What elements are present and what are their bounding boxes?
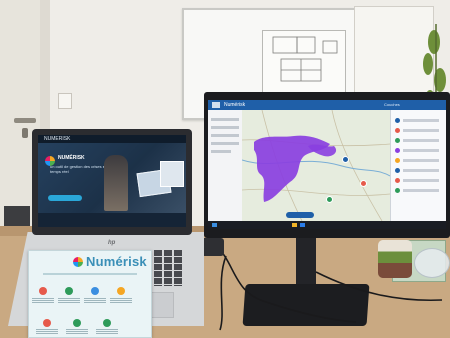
sidebar-item[interactable] xyxy=(211,126,239,129)
layer-item[interactable] xyxy=(395,188,443,193)
monitor-screen: Numérisk Couches xyxy=(208,100,446,221)
website-footer-band xyxy=(38,213,186,227)
app-header: Numérisk Couches xyxy=(208,100,446,110)
light-switch xyxy=(58,93,72,109)
layer-label xyxy=(403,179,439,182)
layer-label xyxy=(403,139,439,142)
sidebar-item[interactable] xyxy=(211,150,231,153)
feature-caption xyxy=(32,298,54,304)
map-marker[interactable] xyxy=(326,196,333,203)
layer-label xyxy=(403,129,439,132)
sidebar-item[interactable] xyxy=(211,134,239,137)
layer-item[interactable] xyxy=(395,158,443,163)
feature-caption xyxy=(110,298,132,304)
hero-tagline: un outil de gestion des crises en temps … xyxy=(50,164,108,174)
map-marker[interactable] xyxy=(360,180,367,187)
laptop-screen: NUMERISK NUMÉRISK un outil de gestion de… xyxy=(38,135,186,227)
layer-item[interactable] xyxy=(395,178,443,183)
sidebar-item[interactable] xyxy=(211,142,239,145)
map-marker[interactable] xyxy=(342,156,349,163)
hero-photo-person xyxy=(104,155,128,211)
feature-caption xyxy=(36,329,58,335)
layer-label xyxy=(403,159,439,162)
sidebar-item[interactable] xyxy=(211,118,239,121)
layer-icon xyxy=(395,148,400,153)
layer-icon xyxy=(395,138,400,143)
layer-label xyxy=(403,149,439,152)
map-scale-badge xyxy=(286,212,314,218)
layer-icon xyxy=(395,118,400,123)
layers-panel xyxy=(390,110,446,221)
app-title: Numérisk xyxy=(224,102,246,108)
layer-label xyxy=(403,189,439,192)
feature-caption xyxy=(84,298,106,304)
feature-caption xyxy=(58,298,80,304)
plastic-lid xyxy=(414,248,450,278)
flyer-divider xyxy=(43,273,137,275)
feature-icon xyxy=(39,287,47,295)
feature-icon xyxy=(103,319,111,327)
website-brand[interactable]: NUMERISK xyxy=(44,136,70,142)
layer-label xyxy=(403,119,439,122)
hero-map-image xyxy=(160,161,184,187)
door-handle xyxy=(14,118,36,123)
layer-icon xyxy=(395,128,400,133)
layer-item[interactable] xyxy=(395,128,443,133)
layer-item[interactable] xyxy=(395,118,443,123)
feature-icon xyxy=(65,287,73,295)
folder-icon[interactable] xyxy=(292,223,297,227)
feature-caption xyxy=(66,329,88,335)
flyer-title: Numérisk xyxy=(86,254,147,269)
feature-caption xyxy=(96,329,118,335)
hero-heading: NUMÉRISK xyxy=(58,155,85,161)
layer-label xyxy=(403,169,439,172)
layer-icon xyxy=(395,168,400,173)
floor-plan-drawing xyxy=(272,36,338,82)
layer-item[interactable] xyxy=(395,148,443,153)
door-lock xyxy=(22,128,28,138)
hero-cta-button[interactable] xyxy=(48,195,82,201)
floor-plan-poster xyxy=(262,30,346,94)
numerisk-logo-icon xyxy=(73,257,83,267)
laptop-brand-logo: hp xyxy=(108,240,116,246)
map-view[interactable] xyxy=(242,110,390,221)
jar xyxy=(378,240,412,278)
flood-zone xyxy=(254,135,337,202)
layers-panel-title: Couches xyxy=(384,102,400,107)
layer-icon xyxy=(395,158,400,163)
start-icon[interactable] xyxy=(212,223,217,227)
feature-icon xyxy=(91,287,99,295)
numerisk-flyer: Numérisk xyxy=(28,250,152,338)
layer-item[interactable] xyxy=(395,138,443,143)
layer-icon xyxy=(395,178,400,183)
taskbar xyxy=(208,221,446,229)
app-sidebar xyxy=(208,110,243,221)
feature-icon xyxy=(73,319,81,327)
layer-icon xyxy=(395,188,400,193)
layer-item[interactable] xyxy=(395,168,443,173)
browser-icon[interactable] xyxy=(300,223,305,227)
website-nav: NUMERISK xyxy=(38,135,186,143)
feature-icon xyxy=(43,319,51,327)
menu-icon[interactable] xyxy=(212,102,220,108)
feature-icon xyxy=(117,287,125,295)
